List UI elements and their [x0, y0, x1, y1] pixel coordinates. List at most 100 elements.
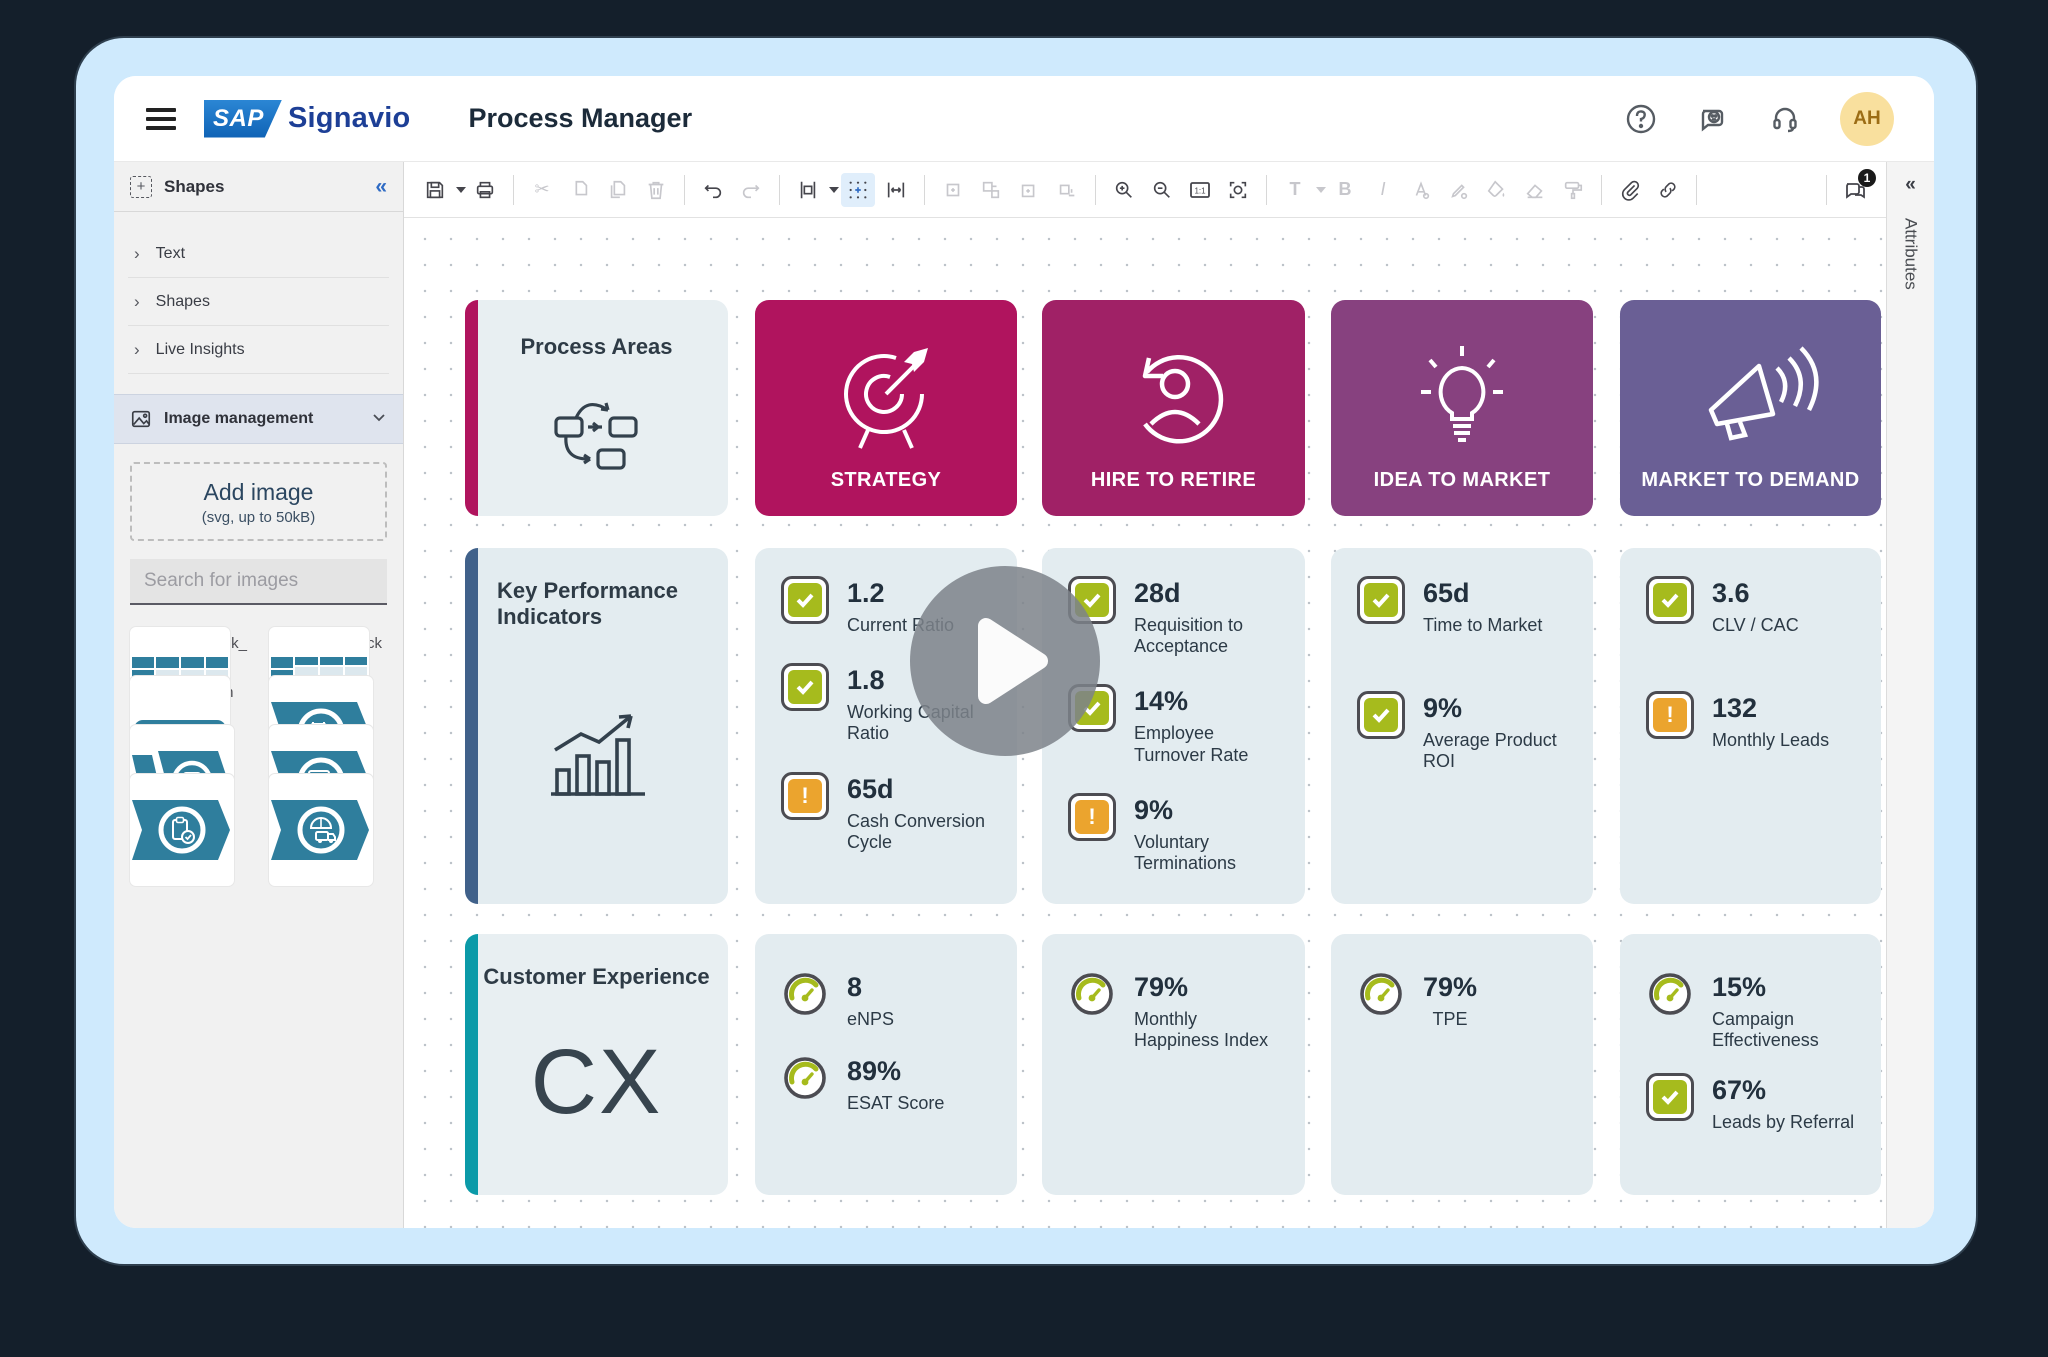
save-button[interactable] [418, 173, 452, 207]
cx-column-2[interactable]: 79%Monthly Happiness Index [1042, 934, 1305, 1195]
group-button[interactable] [936, 173, 970, 207]
text-size-button[interactable]: T [1278, 173, 1312, 207]
thumb-chevron-clipboard [130, 774, 234, 886]
app-header: SAP Signavio Process Manager AH [114, 76, 1934, 162]
status-warning-icon: ! [1068, 793, 1116, 841]
sidebar-item-live-insights[interactable]: › Live Insights [114, 326, 403, 373]
cut-button[interactable]: ✂ [525, 173, 559, 207]
image-thumbnail[interactable]: L2C03 [130, 774, 249, 799]
paste-button[interactable] [601, 173, 635, 207]
image-thumbnail[interactable]: $ L2C02 [269, 725, 388, 750]
hamburger-menu-icon[interactable] [146, 108, 176, 130]
kpi-stripe [465, 548, 478, 904]
sap-logo-mark: SAP [204, 100, 282, 138]
cx-value: 79% [1423, 972, 1477, 1003]
sap-signavio-logo: SAP Signavio [204, 100, 410, 138]
image-thumbnail[interactable]: button_green [130, 676, 249, 701]
distribute-spacing-button[interactable] [879, 173, 913, 207]
headset-support-icon[interactable] [1768, 102, 1802, 136]
snap-to-grid-button[interactable] [841, 173, 875, 207]
redo-button[interactable] [734, 173, 768, 207]
image-thumbnail[interactable]: lead2cash_back_b [130, 627, 249, 652]
search-images-input[interactable] [130, 559, 387, 605]
chevron-right-icon: › [134, 340, 140, 360]
eraser-button[interactable] [1518, 173, 1552, 207]
add-image-button[interactable]: Add image (svg, up to 50kB) [130, 462, 387, 541]
attachment-button[interactable] [1613, 173, 1647, 207]
kpi-value: 65d [1423, 578, 1542, 609]
status-good-icon [1357, 691, 1405, 739]
image-thumbnail[interactable]: L2C01 [130, 725, 249, 750]
gauge-icon [781, 970, 829, 1018]
zoom-in-button[interactable] [1107, 173, 1141, 207]
remove-from-group-button[interactable] [1050, 173, 1084, 207]
diagram-canvas[interactable]: Process Areas [404, 218, 1886, 1228]
kpi-header-card[interactable]: Key Performance Indicators [465, 548, 728, 904]
copy-button[interactable] [563, 173, 597, 207]
comments-button[interactable]: 1 [1838, 173, 1872, 207]
fill-color-button[interactable] [1480, 173, 1514, 207]
status-good-icon [1357, 576, 1405, 624]
avatar[interactable]: AH [1840, 92, 1894, 146]
kpi-label: Requisition to Acceptance [1134, 615, 1285, 657]
text-size-caret[interactable] [1316, 187, 1326, 193]
megaphone-icon [1681, 332, 1821, 462]
bold-button[interactable]: B [1328, 173, 1362, 207]
cx-column-3[interactable]: 79%TPE [1331, 934, 1593, 1195]
image-management-header[interactable]: Image management [114, 394, 403, 444]
kpi-column-market-to-demand[interactable]: 3.6CLV / CAC ! 132Monthly Leads [1620, 548, 1881, 904]
kpi-column-idea-to-market[interactable]: 65dTime to Market 9%Average Product ROI [1331, 548, 1593, 904]
process-areas-header-card[interactable]: Process Areas [465, 300, 728, 516]
growth-chart-icon [537, 698, 657, 798]
zoom-out-button[interactable] [1145, 173, 1179, 207]
app-window: SAP Signavio Process Manager AH [114, 76, 1934, 1228]
undo-button[interactable] [696, 173, 730, 207]
collapse-sidebar-icon[interactable]: « [375, 175, 387, 199]
cx-header-card[interactable]: Customer Experience CX [465, 934, 728, 1195]
print-button[interactable] [468, 173, 502, 207]
save-dropdown-caret[interactable] [456, 187, 466, 193]
image-thumbnail[interactable]: L2C04 [269, 774, 388, 799]
kpi-value: 3.6 [1712, 578, 1799, 609]
format-painter-button[interactable] [1556, 173, 1590, 207]
video-play-button[interactable] [910, 566, 1100, 756]
kpi-value: 28d [1134, 578, 1285, 609]
area-card-strategy[interactable]: STRATEGY [755, 300, 1017, 516]
delete-button[interactable] [639, 173, 673, 207]
ungroup-button[interactable] [974, 173, 1008, 207]
one-to-one-label: 1:1 [1194, 186, 1206, 195]
area-card-hire-to-retire[interactable]: HIRE TO RETIRE [1042, 300, 1305, 516]
kpi-item: 14%Employee Turnover Rate [1068, 684, 1285, 765]
align-dropdown-caret[interactable] [829, 187, 839, 193]
sidebar-item-shapes[interactable]: › Shapes [114, 278, 403, 325]
area-card-idea-to-market[interactable]: IDEA TO MARKET [1331, 300, 1593, 516]
device-frame: SAP Signavio Process Manager AH [76, 38, 1976, 1264]
area-card-market-to-demand[interactable]: MARKET TO DEMAND [1620, 300, 1881, 516]
cx-column-4[interactable]: 15%Campaign Effectiveness 67%Leads by Re… [1620, 934, 1881, 1195]
text-color-button[interactable] [1404, 173, 1438, 207]
italic-button[interactable]: I [1366, 173, 1400, 207]
image-thumbnail[interactable]: lead2cash_back [269, 627, 388, 652]
expand-attributes-icon[interactable]: « [1887, 174, 1934, 196]
help-icon[interactable] [1624, 102, 1658, 136]
cx-label: eNPS [847, 1009, 894, 1030]
line-color-button[interactable] [1442, 173, 1476, 207]
zoom-fit-button[interactable] [1221, 173, 1255, 207]
kpi-item: ! 132Monthly Leads [1646, 691, 1861, 751]
image-icon [130, 408, 152, 430]
sidebar-item-text[interactable]: › Text [114, 230, 403, 277]
kpi-title: Key Performance Indicators [497, 578, 704, 631]
gauge-icon [781, 1054, 829, 1102]
add-to-group-button[interactable] [1012, 173, 1046, 207]
feedback-icon[interactable] [1696, 102, 1730, 136]
image-thumbnail[interactable]: L2C06 [269, 676, 388, 701]
cx-big-label: CX [465, 1030, 728, 1135]
align-shapes-button[interactable] [791, 173, 825, 207]
cx-value: 67% [1712, 1075, 1854, 1106]
status-warning-icon: ! [781, 772, 829, 820]
zoom-actual-size-button[interactable]: 1:1 [1183, 173, 1217, 207]
link-button[interactable] [1651, 173, 1685, 207]
status-good-icon [781, 576, 829, 624]
person-cycle-icon [1109, 332, 1239, 462]
cx-column-1[interactable]: 8eNPS 89%ESAT Score [755, 934, 1017, 1195]
